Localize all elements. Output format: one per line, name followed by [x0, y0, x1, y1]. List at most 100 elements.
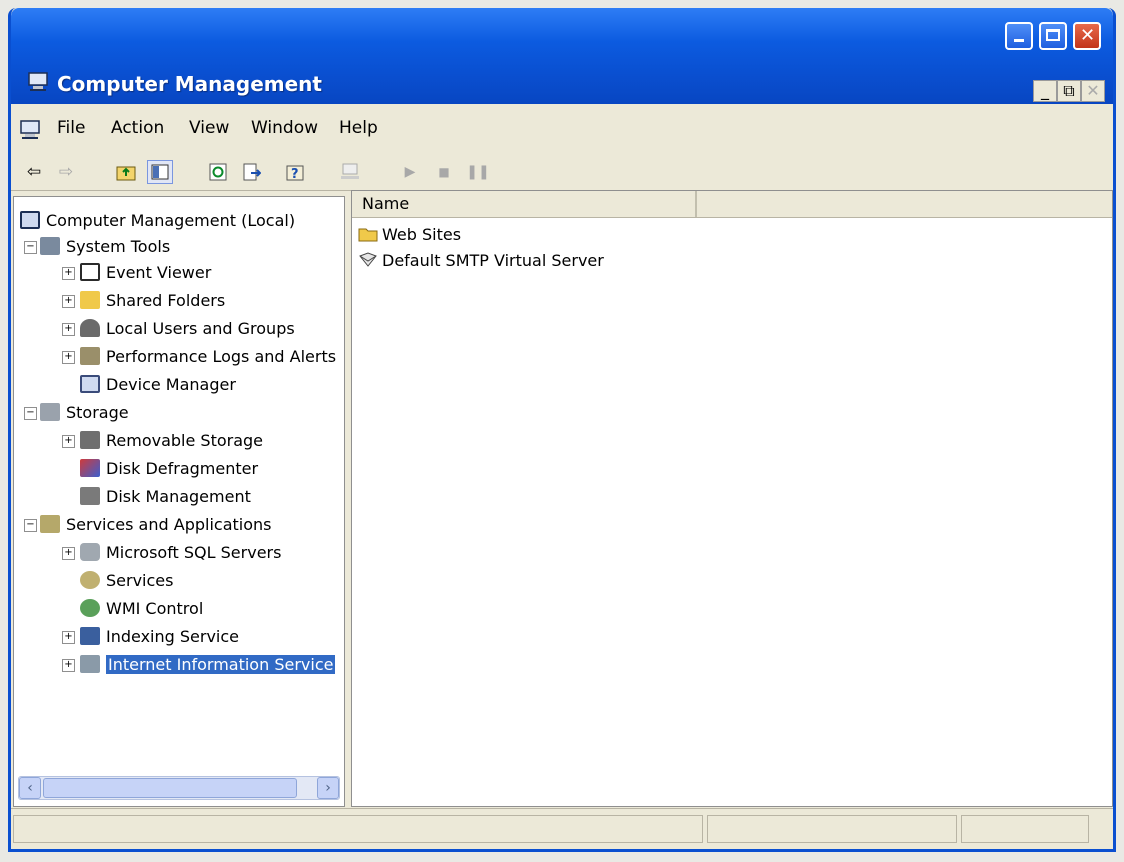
tree-node-label: WMI Control: [106, 598, 204, 618]
close-button[interactable]: ✕: [1073, 22, 1101, 50]
back-icon[interactable]: ⇦: [21, 160, 47, 184]
removable-storage-icon: [80, 431, 100, 449]
forward-icon[interactable]: ⇨: [53, 160, 79, 184]
tree-node-performance-logs[interactable]: Performance Logs and Alerts: [80, 343, 336, 369]
expand-toggle[interactable]: +: [62, 547, 75, 560]
list-item-label: Web Sites: [382, 224, 462, 244]
up-folder-icon[interactable]: [113, 160, 139, 184]
menu-help[interactable]: Help: [339, 118, 378, 138]
tree-node-removable-storage[interactable]: Removable Storage: [80, 427, 263, 453]
expand-toggle[interactable]: +: [62, 659, 75, 672]
connect-icon[interactable]: [337, 160, 363, 184]
indexing-service-icon: [80, 627, 100, 645]
status-cell-main: [13, 815, 703, 843]
collapse-toggle[interactable]: −: [24, 241, 37, 254]
tree-node-label: Microsoft SQL Servers: [106, 542, 282, 562]
tree-node-wmi-control[interactable]: WMI Control: [80, 595, 203, 621]
gears-icon: [80, 571, 100, 589]
scroll-right-button[interactable]: ›: [317, 777, 339, 799]
performance-icon: [80, 347, 100, 365]
tree-node-label: Storage: [66, 402, 129, 422]
results-pane[interactable]: Name Web Sites Default SMTP Virtual Serv…: [351, 190, 1113, 807]
help-icon[interactable]: ?: [283, 160, 309, 184]
menu-bar: File Action View Window Help _ ⧉ ✕: [11, 80, 1113, 148]
tree-node-storage[interactable]: Storage: [40, 399, 129, 425]
list-header: Name: [352, 191, 1112, 218]
toolbar: ⇦ ⇨ ? ▶ ■ ❚❚: [11, 148, 1113, 191]
menu-view[interactable]: View: [189, 118, 229, 138]
device-manager-icon: [80, 375, 100, 393]
child-window-icon[interactable]: [19, 120, 41, 140]
tree-node-event-viewer[interactable]: Event Viewer: [80, 259, 211, 285]
tree-node-label: Performance Logs and Alerts: [106, 346, 337, 366]
menu-action[interactable]: Action: [111, 118, 164, 138]
tree-node-services-applications[interactable]: Services and Applications: [40, 511, 271, 537]
tree-node-device-manager[interactable]: Device Manager: [80, 371, 236, 397]
column-header-name[interactable]: Name: [352, 191, 696, 217]
computer-management-window: Computer Management ✕ File Action View W…: [8, 8, 1116, 852]
services-applications-icon: [40, 515, 60, 533]
tree-node-label: Shared Folders: [106, 290, 226, 310]
iis-icon: [80, 655, 100, 673]
menu-window[interactable]: Window: [251, 118, 318, 138]
expand-toggle[interactable]: +: [62, 323, 75, 336]
child-minimize-button[interactable]: _: [1033, 80, 1057, 102]
maximize-button[interactable]: [1039, 22, 1067, 50]
tree-node-shared-folders[interactable]: Shared Folders: [80, 287, 225, 313]
tree-node-label: Services and Applications: [66, 514, 272, 534]
defragmenter-icon: [80, 459, 100, 477]
folder-icon: [80, 291, 100, 309]
list-item-web-sites[interactable]: Web Sites: [358, 221, 461, 247]
status-bar: [11, 808, 1113, 849]
tree-node-label: System Tools: [66, 236, 171, 256]
tree-node-disk-defragmenter[interactable]: Disk Defragmenter: [80, 455, 258, 481]
expand-toggle[interactable]: +: [62, 351, 75, 364]
list-item-smtp-server[interactable]: Default SMTP Virtual Server: [358, 247, 604, 273]
status-cell-2: [707, 815, 957, 843]
column-divider[interactable]: [696, 191, 697, 217]
tree-node-services[interactable]: Services: [80, 567, 173, 593]
tree-node-indexing-service[interactable]: Indexing Service: [80, 623, 239, 649]
expand-toggle[interactable]: +: [62, 435, 75, 448]
title-bar[interactable]: Computer Management ✕: [11, 8, 1113, 104]
expand-toggle[interactable]: +: [62, 267, 75, 280]
expand-toggle[interactable]: +: [62, 295, 75, 308]
show-hide-tree-icon[interactable]: [147, 160, 173, 184]
tree-root-label: Computer Management (Local): [46, 210, 296, 230]
event-viewer-icon: [80, 263, 100, 281]
pause-icon[interactable]: ❚❚: [465, 160, 491, 184]
tree-node-label: Device Manager: [106, 374, 236, 394]
window-title: Computer Management: [57, 72, 322, 96]
child-close-button[interactable]: ✕: [1081, 80, 1105, 102]
tree-node-sql-servers[interactable]: Microsoft SQL Servers: [80, 539, 281, 565]
collapse-toggle[interactable]: −: [24, 519, 37, 532]
stop-icon[interactable]: ■: [431, 160, 457, 184]
tree-node-iis[interactable]: Internet Information Service: [80, 651, 336, 677]
collapse-toggle[interactable]: −: [24, 407, 37, 420]
tree-node-label: Removable Storage: [106, 430, 264, 450]
start-icon[interactable]: ▶: [397, 160, 423, 184]
users-icon: [80, 319, 100, 337]
maximize-icon: [1046, 29, 1060, 41]
tree-node-local-users-groups[interactable]: Local Users and Groups: [80, 315, 295, 341]
wmi-control-icon: [80, 599, 100, 617]
menu-file[interactable]: File: [57, 118, 85, 138]
export-list-icon[interactable]: [239, 160, 265, 184]
console-tree[interactable]: Computer Management (Local) − System Too…: [13, 196, 345, 807]
tree-node-label: Disk Defragmenter: [106, 458, 259, 478]
expand-toggle[interactable]: +: [62, 631, 75, 644]
system-tools-icon: [40, 237, 60, 255]
refresh-icon[interactable]: [205, 160, 231, 184]
list-item-label: Default SMTP Virtual Server: [382, 250, 604, 270]
scroll-left-button[interactable]: ‹: [19, 777, 41, 799]
child-restore-button[interactable]: ⧉: [1057, 80, 1081, 102]
scroll-thumb[interactable]: [43, 778, 297, 798]
tree-node-label-selected: Internet Information Service: [106, 654, 336, 674]
tree-node-label: Local Users and Groups: [106, 318, 295, 338]
tree-node-disk-management[interactable]: Disk Management: [80, 483, 251, 509]
tree-root[interactable]: Computer Management (Local): [20, 207, 295, 233]
tree-horizontal-scrollbar[interactable]: ‹ ›: [18, 776, 340, 800]
tree-node-system-tools[interactable]: System Tools: [40, 233, 170, 259]
svg-text:?: ?: [291, 167, 299, 181]
minimize-button[interactable]: [1005, 22, 1033, 50]
